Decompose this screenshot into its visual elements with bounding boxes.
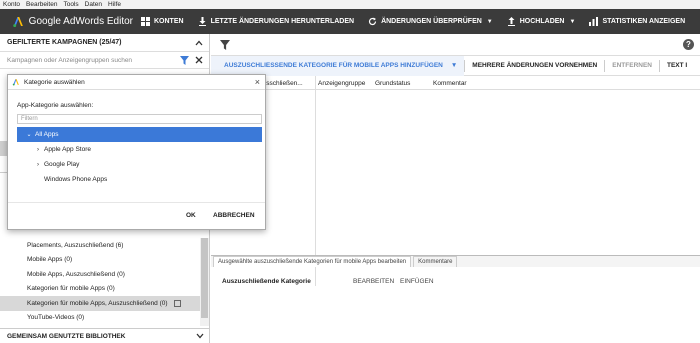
bar-chart-icon [589,17,599,26]
refresh-icon [368,17,377,26]
paste-button[interactable]: EINFÜGEN [400,278,434,285]
edit-panel-tabs: Ausgewählte auszuschließende Kategorien … [211,255,700,267]
tab-comments[interactable]: Kommentare [413,256,458,267]
close-icon[interactable]: × [255,77,260,87]
menu-tools[interactable]: Tools [63,1,78,8]
cancel-button[interactable]: ABBRECHEN [213,212,255,219]
category-tree: ⌄ All Apps › Apple App Store › Google Pl… [17,127,262,187]
ok-button[interactable]: OK [186,212,196,219]
column-header-ad-group[interactable]: Anzeigengruppe [318,80,365,87]
check-changes-label: ÄNDERUNGEN ÜBERPRÜFEN [381,18,482,25]
download-icon [198,17,206,26]
download-changes-label: LETZTE ÄNDERUNGEN HERUNTERLADEN [210,18,355,25]
tree-item-mobile-app-categories[interactable]: Kategorien für mobile Apps (0) [0,282,200,297]
statistics-button[interactable]: STATISTIKEN ANZEIGEN [583,9,691,34]
close-icon[interactable] [195,56,203,64]
adwords-logo-icon [12,79,19,86]
upload-button[interactable]: HOCHLADEN ▼ [501,9,582,34]
tree-item-youtube-videos[interactable]: YouTube-Videos (0) [0,311,200,326]
tree-item-label: Kategorien für mobile Apps, Auszuschließ… [27,299,168,307]
app-category-label: App-Kategorie auswählen: [17,102,94,109]
campaign-tree-list: Placements, Auszuschließend (6) Mobile A… [0,238,200,325]
category-select-dialog: Kategorie auswählen × App-Kategorie ausw… [7,74,266,230]
tree-item-mobile-apps[interactable]: Mobile Apps (0) [0,253,200,268]
tree-item-label: Placements, Auszuschließend (6) [27,241,124,249]
menu-bearbeiten[interactable]: Bearbeiten [26,1,57,8]
scrollbar-thumb[interactable] [201,238,208,318]
tree-scrollbar[interactable] [200,238,209,326]
remove-button[interactable]: ENTFERNEN [605,62,659,69]
add-excluded-category-label: AUSZUSCHLIESSENDE KATEGORIE FÜR MOBILE A… [224,62,443,69]
tree-item-label: Mobile Apps (0) [27,256,73,264]
app-name: Google AdWords Editor [28,16,133,27]
chevron-down-icon[interactable]: ▼ [569,19,575,25]
main-content-panel: ? AUSZUSCHLIESSENDE KATEGORIE FÜR MOBILE… [211,34,700,343]
dialog-title: Kategorie auswählen [24,78,85,86]
menu-konto[interactable]: Konto [3,1,20,8]
text-button[interactable]: TEXT I [660,62,694,69]
multiple-changes-button[interactable]: MEHRERE ÄNDERUNGEN VORNEHMEN [465,62,604,69]
adwords-logo-icon [13,16,23,28]
tab-edit-selected[interactable]: Ausgewählte auszuschließende Kategorien … [213,256,412,267]
open-external-icon[interactable] [173,299,181,307]
campaign-search-input[interactable]: Kampagnen oder Anzeigengruppen suchen [7,57,180,64]
statistics-label: STATISTIKEN ANZEIGEN [602,18,686,25]
chevron-down-icon[interactable]: ▼ [451,62,457,69]
tree-item-mobile-apps-excluded[interactable]: Mobile Apps, Auszuschließend (0) [0,267,200,282]
chevron-down-icon[interactable]: ▼ [487,19,493,25]
shared-library-title: GEMEINSAM GENUTZTE BIBLIOTHEK [7,332,126,340]
excluded-category-label: Auszuschließende Kategorie [222,278,311,285]
tree-node-google-play[interactable]: › Google Play [17,157,262,172]
tree-node-apple-app-store[interactable]: › Apple App Store [17,142,262,157]
column-header-status[interactable]: Grundstatus [375,80,410,87]
tree-node-windows-phone-apps[interactable]: Windows Phone Apps [17,172,262,187]
column-header-comment[interactable]: Kommentar [433,80,467,87]
main-toolbar: Google AdWords Editor KONTEN LETZTE ÄNDE… [0,9,700,34]
download-changes-button[interactable]: LETZTE ÄNDERUNGEN HERUNTERLADEN [192,9,361,34]
category-filter-input[interactable]: Filtern [17,114,262,124]
add-excluded-category-button[interactable]: AUSZUSCHLIESSENDE KATEGORIE FÜR MOBILE A… [211,55,465,76]
tree-item-label: Mobile Apps, Auszuschließend (0) [27,270,125,278]
shared-library-header[interactable]: GEMEINSAM GENUTZTE BIBLIOTHEK [0,328,210,343]
chevron-down-icon[interactable]: ⌄ [25,131,33,138]
chevron-right-icon[interactable]: › [34,147,42,153]
menu-bar: Konto Bearbeiten Tools Daten Hilfe [0,0,700,9]
tree-item-label: Kategorien für mobile Apps (0) [27,285,115,293]
filtered-campaigns-title: GEFILTERTE KAMPAGNEN (25/47) [7,39,122,46]
tree-selection-marker [0,141,7,156]
grid-column-headers: ausschließen... Anzeigengruppe Grundstat… [211,76,700,90]
chevron-right-icon[interactable]: › [34,162,42,168]
tree-item-mobile-app-categories-excluded[interactable]: Kategorien für mobile Apps, Auszuschließ… [0,296,200,311]
dialog-titlebar: Kategorie auswählen × [8,75,265,90]
help-icon[interactable]: ? [683,39,694,50]
edit-button[interactable]: BEARBEITEN [353,278,394,285]
tree-item-label: YouTube-Videos (0) [27,314,85,322]
konten-button[interactable]: KONTEN [135,9,190,34]
app-logo: Google AdWords Editor [0,15,133,28]
divider [8,202,265,203]
edit-panel: Auszuschließende Kategorie BEARBEITEN EI… [211,267,700,343]
collapse-icon[interactable] [195,40,203,46]
upload-label: HOCHLADEN [519,18,565,25]
divider [0,172,7,173]
filter-icon[interactable] [180,55,189,65]
konten-label: KONTEN [154,18,184,25]
menu-hilfe[interactable]: Hilfe [108,1,121,8]
filter-icon[interactable] [220,39,230,50]
grid-action-bar: AUSZUSCHLIESSENDE KATEGORIE FÜR MOBILE A… [211,55,700,76]
tree-node-label: Google Play [44,161,80,168]
tree-node-label: All Apps [35,131,59,138]
check-changes-button[interactable]: ÄNDERUNGEN ÜBERPRÜFEN ▼ [362,9,499,34]
tree-node-label: Apple App Store [44,146,91,153]
tree-node-label: Windows Phone Apps [44,176,108,183]
upload-icon [507,17,515,26]
campaign-search-bar[interactable]: Kampagnen oder Anzeigengruppen suchen [0,52,209,69]
grid-filter-bar: ? [211,34,700,56]
grid-icon [141,17,150,26]
filtered-campaigns-header: GEFILTERTE KAMPAGNEN (25/47) [0,34,209,52]
tree-item-placements-excluded[interactable]: Placements, Auszuschließend (6) [0,238,200,253]
expand-icon[interactable] [196,333,204,339]
menu-daten[interactable]: Daten [85,1,102,8]
tree-node-all-apps[interactable]: ⌄ All Apps [17,127,262,142]
